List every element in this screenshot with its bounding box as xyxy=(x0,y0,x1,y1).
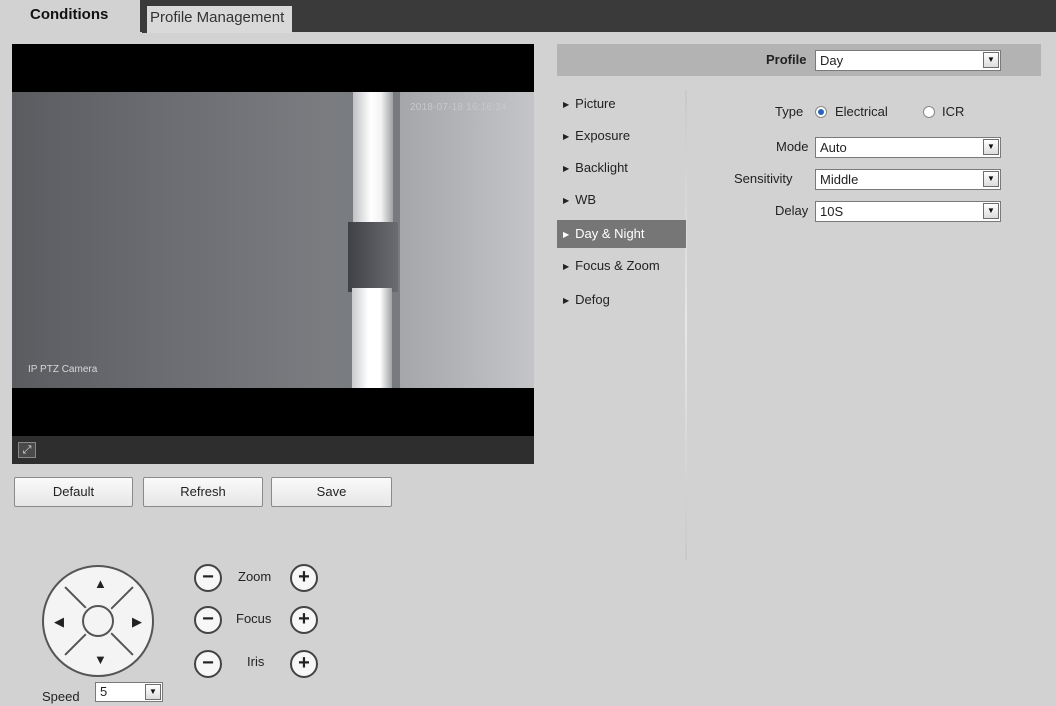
triangle-right-icon: ▶ xyxy=(563,132,570,141)
mode-label: Mode xyxy=(776,139,809,154)
nav-item-focus-zoom[interactable]: ▶ Focus & Zoom xyxy=(557,252,686,280)
tab-conditions[interactable]: Conditions xyxy=(0,0,140,33)
chevron-down-icon[interactable]: ▼ xyxy=(145,684,161,700)
chevron-down-icon[interactable]: ▼ xyxy=(983,139,999,155)
nav-item-backlight[interactable]: ▶ Backlight xyxy=(557,154,686,182)
iris-minus-button[interactable]: − xyxy=(194,650,222,678)
sensitivity-select[interactable]: Middle ▼ xyxy=(815,169,1001,190)
type-electrical-radio[interactable] xyxy=(815,106,827,118)
zoom-label: Zoom xyxy=(238,569,272,584)
focus-minus-button[interactable]: − xyxy=(194,606,222,634)
triangle-right-icon: ▶ xyxy=(563,230,570,239)
zoom-minus-button[interactable]: − xyxy=(194,564,222,592)
save-button[interactable]: Save xyxy=(271,477,392,507)
focus-label: Focus xyxy=(236,611,272,626)
speed-value: 5 xyxy=(100,684,108,699)
arrow-down-icon[interactable]: ▼ xyxy=(94,653,107,666)
type-electrical-label: Electrical xyxy=(835,104,888,119)
ptz-center-button[interactable] xyxy=(82,605,114,637)
iris-plus-button[interactable]: + xyxy=(290,650,318,678)
mode-select[interactable]: Auto ▼ xyxy=(815,137,1001,158)
arrow-right-icon[interactable]: ▶ xyxy=(132,615,142,628)
video-osd-camera-name: IP PTZ Camera xyxy=(28,364,98,375)
ceiling-light xyxy=(353,92,393,232)
triangle-right-icon: ▶ xyxy=(563,296,570,305)
chevron-down-icon[interactable]: ▼ xyxy=(983,203,999,219)
speed-label: Speed xyxy=(42,689,80,704)
ptz-direction-pad[interactable]: ▲ ▼ ◀ ▶ xyxy=(42,565,154,677)
refresh-button[interactable]: Refresh xyxy=(143,477,263,507)
type-label: Type xyxy=(775,104,804,119)
triangle-right-icon: ▶ xyxy=(563,196,570,205)
video-timestamp: 2018-07-18 16:16:34 xyxy=(410,102,507,113)
sensitivity-label: Sensitivity xyxy=(734,171,793,186)
nav-item-picture[interactable]: ▶ Picture xyxy=(557,90,686,118)
ceiling-light xyxy=(352,288,392,388)
triangle-right-icon: ▶ xyxy=(563,262,570,271)
live-video: 2018-07-18 16:16:34 IP PTZ Camera xyxy=(12,44,534,464)
default-button[interactable]: Default xyxy=(14,477,133,507)
zoom-plus-button[interactable]: + xyxy=(290,564,318,592)
chevron-down-icon[interactable]: ▼ xyxy=(983,52,999,68)
delay-select[interactable]: 10S ▼ xyxy=(815,201,1001,222)
speed-select[interactable]: 5 ▼ xyxy=(95,682,163,702)
profile-select[interactable]: Day ▼ xyxy=(815,50,1001,71)
tab-profile-management[interactable]: Profile Management xyxy=(142,6,292,33)
focus-plus-button[interactable]: + xyxy=(290,606,318,634)
video-toolbar: ⤢ xyxy=(12,436,534,464)
nav-item-day-night[interactable]: ▶ Day & Night xyxy=(557,220,686,248)
nav-item-defog[interactable]: ▶ Defog xyxy=(557,286,686,314)
mode-value: Auto xyxy=(820,140,847,155)
sensitivity-value: Middle xyxy=(820,172,859,187)
arrow-left-icon[interactable]: ◀ xyxy=(54,615,64,628)
camera-scene xyxy=(12,92,534,388)
triangle-right-icon: ▶ xyxy=(563,164,570,173)
fullscreen-icon[interactable]: ⤢ xyxy=(18,442,36,458)
delay-value: 10S xyxy=(820,204,844,219)
nav-item-wb[interactable]: ▶ WB xyxy=(557,186,686,214)
iris-label: Iris xyxy=(247,654,265,669)
triangle-right-icon: ▶ xyxy=(563,100,570,109)
type-icr-radio[interactable] xyxy=(923,106,935,118)
chevron-down-icon[interactable]: ▼ xyxy=(983,171,999,187)
nav-item-exposure[interactable]: ▶ Exposure xyxy=(557,122,686,150)
arrow-up-icon[interactable]: ▲ xyxy=(94,577,107,590)
profile-value: Day xyxy=(820,53,844,68)
delay-label: Delay xyxy=(775,203,809,218)
type-icr-label: ICR xyxy=(942,104,965,119)
profile-label: Profile xyxy=(766,52,807,67)
